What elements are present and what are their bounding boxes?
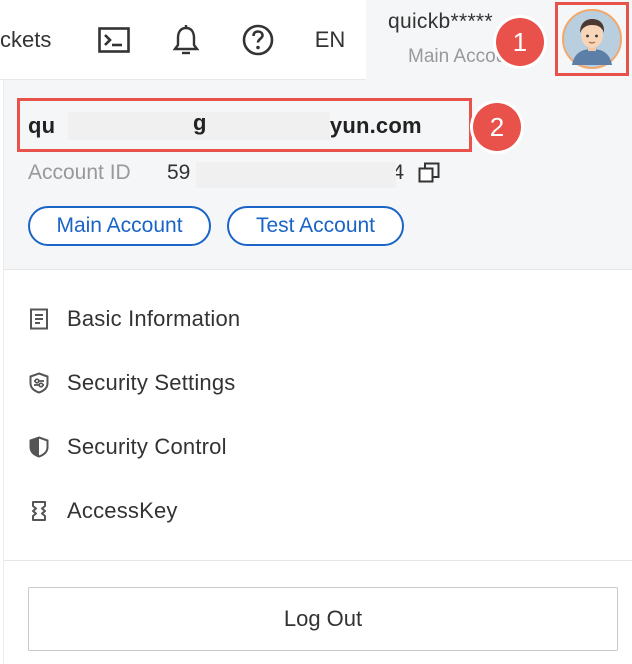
account-id-start: 59 xyxy=(167,161,191,184)
notifications-button[interactable] xyxy=(168,0,204,80)
menu-item-label: Basic Information xyxy=(67,306,241,331)
language-switch[interactable]: EN xyxy=(312,0,348,80)
help-button[interactable] xyxy=(240,0,276,80)
test-account-tag: Test Account xyxy=(227,206,404,246)
menu-divider xyxy=(4,560,632,561)
menu-item-security-settings[interactable]: Security Settings xyxy=(4,351,632,415)
account-id-label: Account ID xyxy=(28,161,131,184)
main-account-tag: Main Account xyxy=(28,206,211,246)
document-icon xyxy=(30,308,48,330)
shield-icon xyxy=(29,436,49,458)
menu-item-security-control[interactable]: Security Control xyxy=(4,415,632,479)
menu-item-label: AccessKey xyxy=(67,498,178,523)
terminal-icon xyxy=(98,27,130,53)
language-label: EN xyxy=(314,27,346,52)
account-id-redaction xyxy=(196,162,396,188)
shield-settings-icon xyxy=(29,372,49,394)
callout-badge-1: 1 xyxy=(496,18,544,66)
terminal-button[interactable] xyxy=(94,0,134,80)
copy-icon[interactable] xyxy=(418,162,440,184)
menu-item-label: Security Settings xyxy=(67,370,236,395)
help-icon xyxy=(242,24,274,56)
bell-icon xyxy=(173,25,199,55)
menu-item-accesskey[interactable]: AccessKey xyxy=(4,479,632,543)
account-name: quickb***** xyxy=(388,10,493,33)
avatar-button[interactable] xyxy=(555,2,629,76)
callout-badge-2: 2 xyxy=(473,103,521,151)
account-dropdown: qu liyun.com g Account ID 59 4 Main Accoun… xyxy=(3,80,632,664)
tickets-link[interactable]: ckets xyxy=(0,0,64,80)
email-highlight-box xyxy=(17,98,472,152)
menu-item-label: Security Control xyxy=(67,434,227,459)
tickets-label: ckets xyxy=(0,27,52,52)
key-icon xyxy=(32,501,46,521)
menu-item-basic-information[interactable]: Basic Information xyxy=(4,287,632,351)
logout-button[interactable]: Log Out xyxy=(28,587,618,651)
avatar xyxy=(562,9,622,69)
profile-header: qu liyun.com g Account ID 59 4 Main Accoun… xyxy=(4,80,632,270)
